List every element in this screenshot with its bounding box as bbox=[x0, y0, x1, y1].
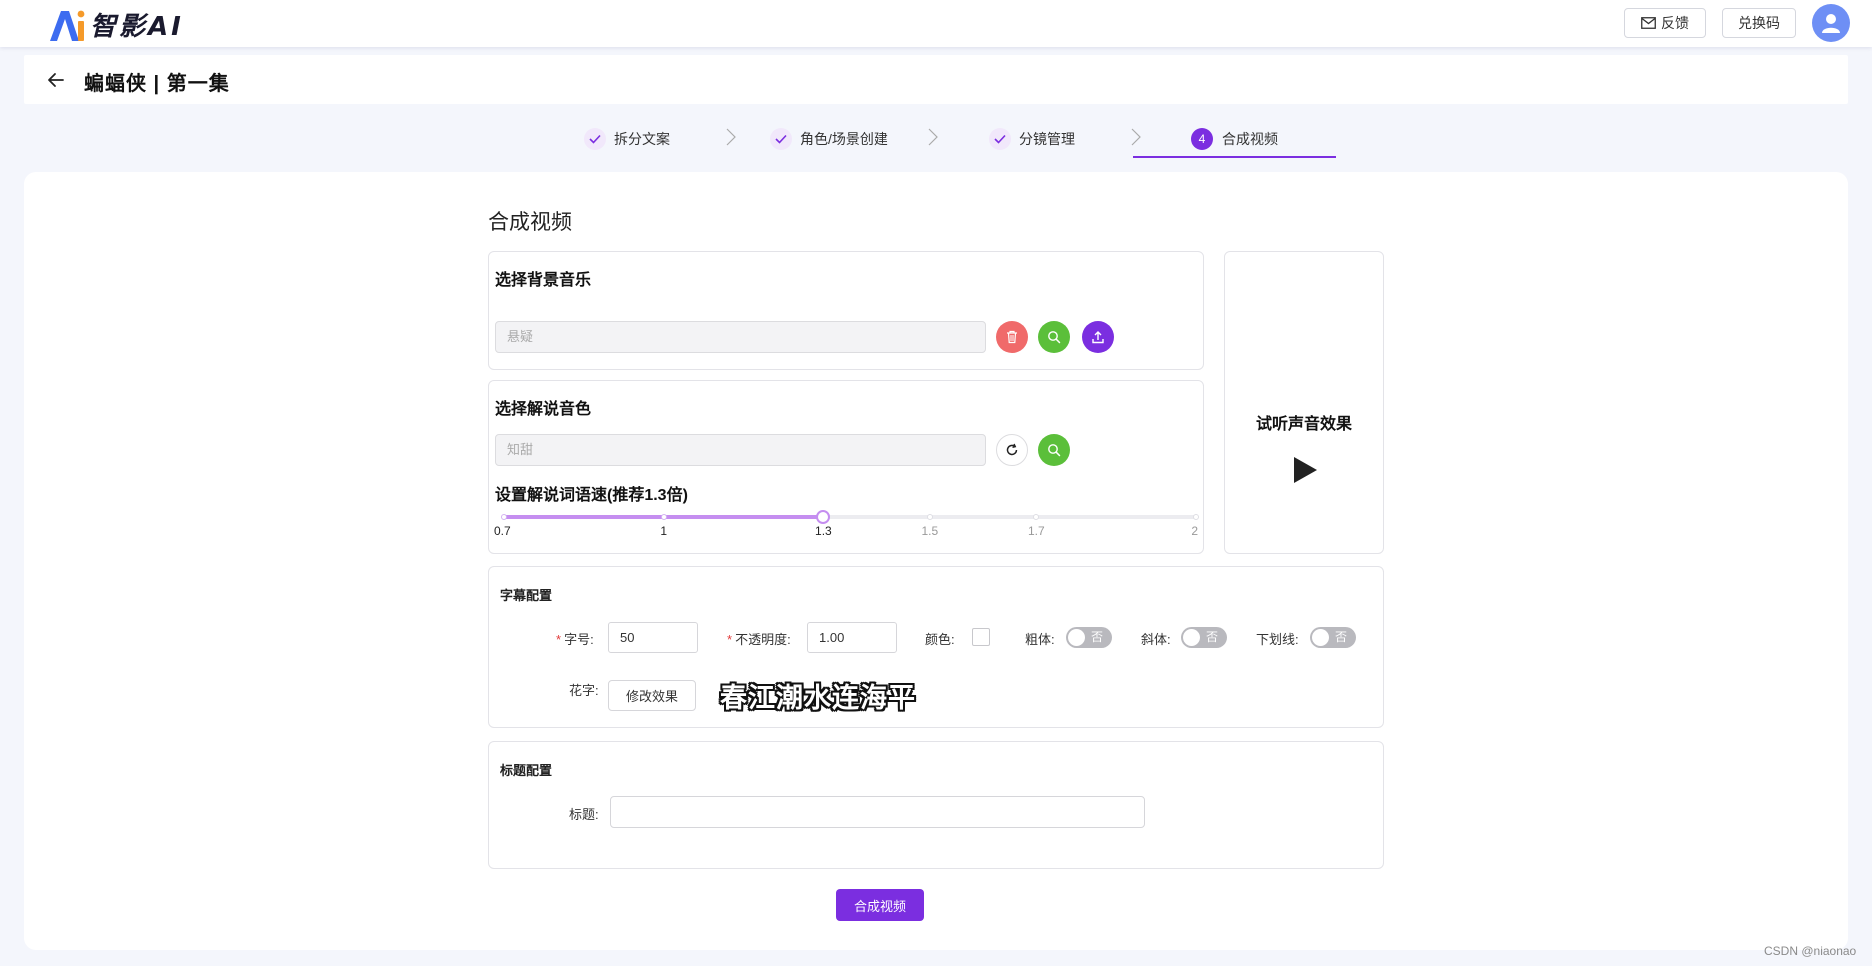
step-label: 角色/场景创建 bbox=[800, 131, 888, 147]
step-compose-video[interactable]: 4 合成视频 bbox=[1191, 118, 1278, 160]
search-bgm-button[interactable] bbox=[1038, 321, 1070, 353]
compose-video-button[interactable]: 合成视频 bbox=[836, 889, 924, 921]
logo-mark-icon bbox=[50, 10, 85, 41]
steps-bar: 拆分文案 角色/场景创建 分镜管理 4 合成视频 bbox=[0, 118, 1872, 160]
feedback-label: 反馈 bbox=[1661, 15, 1689, 31]
opacity-label: * 不透明度: bbox=[727, 632, 791, 647]
underline-label: 下划线: bbox=[1256, 632, 1299, 647]
speed-mark-label: 1 bbox=[660, 524, 668, 538]
fancy-text-label: 花字: bbox=[569, 683, 599, 698]
speed-slider-stop[interactable] bbox=[660, 514, 667, 520]
feedback-button[interactable]: 反馈 bbox=[1624, 8, 1706, 38]
brand-name: 智影AI bbox=[90, 12, 184, 42]
italic-toggle[interactable]: 否 bbox=[1181, 627, 1227, 648]
page-title: 蝙蝠侠 | 第一集 bbox=[84, 73, 230, 95]
step-role-scene[interactable]: 角色/场景创建 bbox=[770, 118, 888, 160]
step-storyboard[interactable]: 分镜管理 bbox=[989, 118, 1075, 160]
upload-bgm-button[interactable] bbox=[1082, 321, 1114, 353]
bold-label: 粗体: bbox=[1025, 632, 1055, 647]
step-number: 4 bbox=[1191, 128, 1213, 150]
user-icon bbox=[1822, 14, 1840, 33]
modify-effect-button[interactable]: 修改效果 bbox=[608, 680, 696, 711]
redeem-code-button[interactable]: 兑换码 bbox=[1722, 8, 1796, 38]
step-label: 分镜管理 bbox=[1019, 131, 1075, 147]
speed-mark-label: 2 bbox=[1191, 524, 1198, 538]
chevron-right-icon bbox=[928, 128, 938, 146]
trash-icon bbox=[1007, 330, 1017, 344]
speed-mark-label: 1.5 bbox=[921, 524, 939, 538]
toggle-text: 否 bbox=[1091, 630, 1104, 644]
reset-voice-button[interactable] bbox=[996, 434, 1028, 466]
chevron-right-icon bbox=[1131, 128, 1141, 146]
step-label: 拆分文案 bbox=[614, 131, 670, 147]
top-bar: 智影AI 反馈 兑换码 bbox=[0, 0, 1872, 47]
speed-slider-stop[interactable] bbox=[1193, 514, 1199, 520]
voice-title: 选择解说音色 bbox=[495, 401, 592, 418]
chevron-right-icon bbox=[726, 128, 736, 146]
toggle-knob bbox=[1068, 629, 1085, 646]
delete-bgm-button[interactable] bbox=[996, 321, 1028, 353]
redeem-label: 兑换码 bbox=[1738, 15, 1780, 31]
toggle-text: 否 bbox=[1335, 630, 1348, 644]
speed-mark-label: 1.3 bbox=[815, 524, 832, 538]
page-header: 蝙蝠侠 | 第一集 bbox=[24, 55, 1848, 104]
speed-mark-label: 1.7 bbox=[1027, 524, 1045, 538]
bgm-title: 选择背景音乐 bbox=[495, 272, 592, 289]
refresh-icon bbox=[1006, 443, 1018, 456]
opacity-input[interactable]: 1.00 bbox=[807, 622, 897, 653]
title-section-title: 标题配置 bbox=[500, 763, 553, 778]
mail-icon bbox=[1641, 17, 1656, 29]
back-arrow-icon[interactable] bbox=[46, 70, 66, 90]
voice-select-field[interactable]: 知甜 bbox=[495, 434, 986, 466]
title-input[interactable] bbox=[610, 796, 1145, 828]
step-label: 合成视频 bbox=[1222, 131, 1278, 147]
step-split-script[interactable]: 拆分文案 bbox=[584, 118, 670, 160]
toggle-knob bbox=[1312, 629, 1329, 646]
active-step-indicator bbox=[1133, 156, 1336, 158]
bold-toggle[interactable]: 否 bbox=[1066, 627, 1112, 648]
user-avatar[interactable] bbox=[1812, 4, 1850, 42]
font-size-label: * 字号: bbox=[556, 632, 594, 647]
voice-panel bbox=[488, 380, 1204, 554]
search-icon bbox=[1048, 444, 1061, 457]
listen-title: 试听声音效果 bbox=[1256, 416, 1353, 433]
speed-mark-label: 0.7 bbox=[494, 524, 511, 538]
italic-label: 斜体: bbox=[1141, 632, 1171, 647]
listen-panel bbox=[1224, 251, 1384, 554]
search-voice-button[interactable] bbox=[1038, 434, 1070, 466]
watermark: CSDN @niaonao bbox=[1764, 944, 1857, 958]
check-icon bbox=[584, 128, 606, 150]
color-picker[interactable] bbox=[972, 628, 990, 646]
section-title: 合成视频 bbox=[488, 211, 572, 234]
font-size-input[interactable]: 50 bbox=[608, 622, 698, 653]
check-icon bbox=[770, 128, 792, 150]
underline-toggle[interactable]: 否 bbox=[1310, 627, 1356, 648]
subtitle-section-title: 字幕配置 bbox=[500, 588, 553, 603]
speed-title: 设置解说词语速(推荐1.3倍) bbox=[495, 487, 688, 504]
title-label: 标题: bbox=[569, 807, 599, 822]
color-label: 颜色: bbox=[925, 632, 955, 647]
toggle-text: 否 bbox=[1206, 630, 1219, 644]
fancy-text-preview: 春江潮水连海平 bbox=[720, 683, 916, 714]
search-icon bbox=[1048, 331, 1061, 344]
logo[interactable]: 智影AI bbox=[48, 6, 184, 43]
play-icon[interactable] bbox=[1291, 455, 1319, 485]
bgm-select-field[interactable]: 悬疑 bbox=[495, 321, 986, 353]
speed-slider-stop[interactable] bbox=[501, 514, 507, 520]
check-icon bbox=[989, 128, 1011, 150]
toggle-knob bbox=[1183, 629, 1200, 646]
speed-slider-stop[interactable] bbox=[926, 514, 933, 520]
upload-icon bbox=[1092, 331, 1104, 344]
